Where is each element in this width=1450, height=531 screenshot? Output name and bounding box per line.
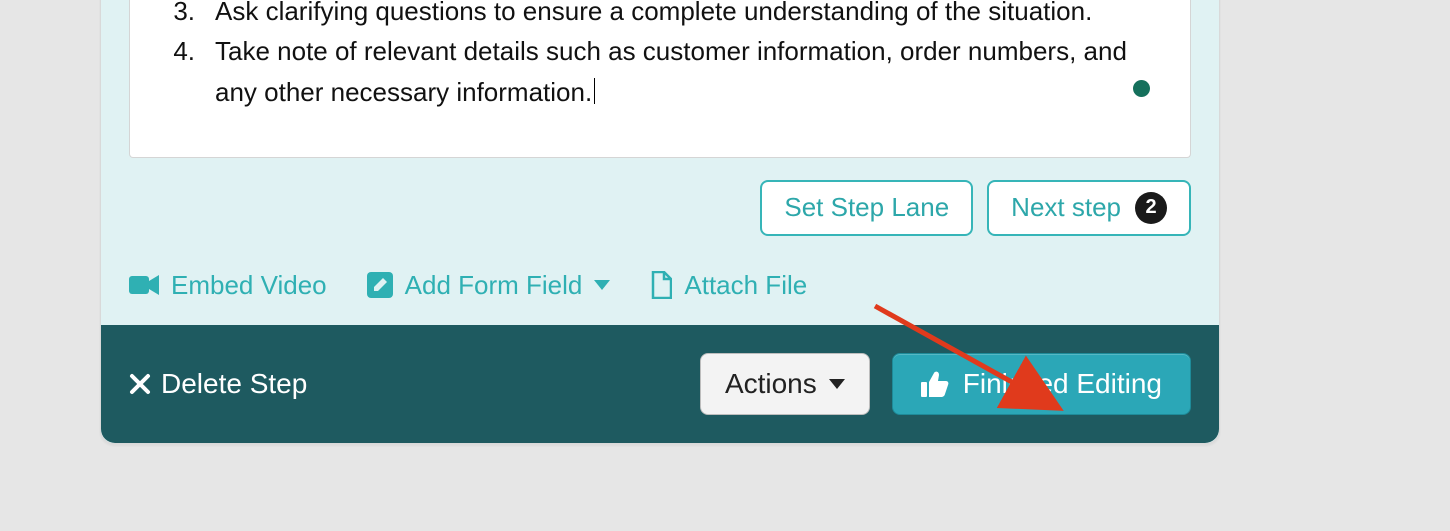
embed-video-link[interactable]: Embed Video	[129, 270, 327, 301]
button-label: Finished Editing	[963, 368, 1162, 400]
video-camera-icon	[129, 274, 159, 296]
list-number: 3.	[160, 0, 195, 31]
link-label: Attach File	[684, 270, 807, 301]
button-label: Delete Step	[161, 368, 307, 400]
list-item: 3. Ask clarifying questions to ensure a …	[160, 0, 1160, 31]
step-editor-panel: 3. Ask clarifying questions to ensure a …	[100, 0, 1220, 444]
set-step-lane-button[interactable]: Set Step Lane	[760, 180, 973, 236]
pencil-square-icon	[367, 272, 393, 298]
add-form-field-link[interactable]: Add Form Field	[367, 270, 611, 301]
list-text: Take note of relevant details such as cu…	[215, 31, 1160, 112]
presence-indicator-icon	[1133, 80, 1150, 97]
step-content-editor[interactable]: 3. Ask clarifying questions to ensure a …	[129, 0, 1191, 158]
lane-controls: Set Step Lane Next step 2	[129, 180, 1191, 236]
link-label: Embed Video	[171, 270, 327, 301]
chevron-down-icon	[594, 280, 610, 290]
list-number: 4.	[160, 31, 195, 112]
button-label: Set Step Lane	[784, 192, 949, 223]
finished-editing-button[interactable]: Finished Editing	[892, 353, 1191, 415]
file-icon	[650, 271, 672, 299]
delete-step-button[interactable]: Delete Step	[129, 368, 307, 400]
link-label: Add Form Field	[405, 270, 583, 301]
list-text: Ask clarifying questions to ensure a com…	[215, 0, 1160, 31]
close-icon	[129, 373, 151, 395]
button-label: Next step	[1011, 192, 1121, 223]
attachments-row: Embed Video Add Form Field Attach File	[129, 270, 1191, 301]
button-label: Actions	[725, 368, 817, 400]
thumbs-up-icon	[921, 371, 949, 397]
editor-footer: Delete Step Actions Finished Editing	[101, 325, 1219, 443]
list-item: 4. Take note of relevant details such as…	[160, 31, 1160, 112]
chevron-down-icon	[829, 379, 845, 389]
attach-file-link[interactable]: Attach File	[650, 270, 807, 301]
actions-dropdown-button[interactable]: Actions	[700, 353, 870, 415]
text-cursor	[594, 78, 595, 104]
next-step-button[interactable]: Next step 2	[987, 180, 1191, 236]
count-badge: 2	[1135, 192, 1167, 224]
